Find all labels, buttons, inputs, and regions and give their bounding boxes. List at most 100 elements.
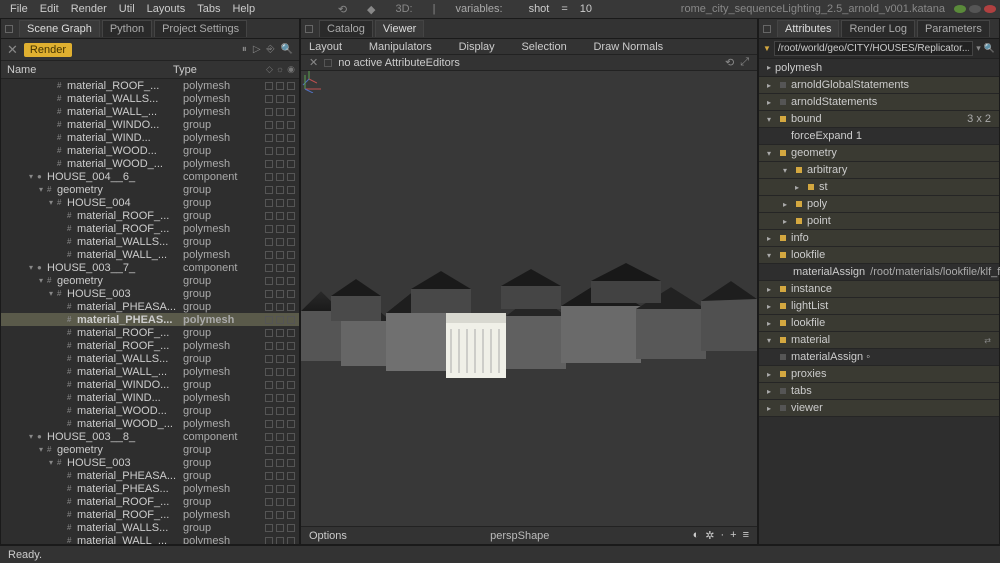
refresh-icon[interactable]: ⟲ xyxy=(332,3,353,16)
menu-file[interactable]: File xyxy=(4,3,34,15)
attr-tabs[interactable]: ▸tabs xyxy=(759,383,999,400)
tree-row[interactable]: # material_ROOF_... polymesh xyxy=(1,222,299,235)
menu-help[interactable]: Help xyxy=(226,3,261,15)
tree-row[interactable]: ▾ # geometry group xyxy=(1,274,299,287)
tree-row[interactable]: # material_PHEASA... group xyxy=(1,469,299,482)
attr-instance[interactable]: ▸instance xyxy=(759,281,999,298)
link-icon[interactable]: ⎆ xyxy=(267,44,275,55)
attributes-list[interactable]: ▸arnoldGlobalStatements▸arnoldStatements… xyxy=(759,77,999,417)
tree-row[interactable]: # material_WALL_... polymesh xyxy=(1,105,299,118)
tree-row[interactable]: # material_WOOD... group xyxy=(1,404,299,417)
tree-row[interactable]: ▾ # HOUSE_003 group xyxy=(1,456,299,469)
menu-render[interactable]: Render xyxy=(65,3,113,15)
attr-type[interactable]: ▸polymesh xyxy=(759,59,999,77)
close-icon[interactable]: ✕ xyxy=(309,56,318,69)
tree-row[interactable]: # material_WOOD_... polymesh xyxy=(1,417,299,430)
tree-row[interactable]: # material_WALL_... polymesh xyxy=(1,365,299,378)
attr-proxies[interactable]: ▸proxies xyxy=(759,366,999,383)
attr-bound[interactable]: ▾bound3 x 2 xyxy=(759,111,999,128)
tree-row[interactable]: # material_PHEAS... polymesh xyxy=(1,482,299,495)
expand-icon[interactable]: ⤢ xyxy=(740,56,749,69)
search-icon[interactable]: 🔍 xyxy=(281,44,293,55)
viewer-draw-normals[interactable]: Draw Normals xyxy=(593,41,663,53)
attr-info[interactable]: ▸info xyxy=(759,230,999,247)
pause-icon[interactable]: ⏸ xyxy=(242,44,247,55)
attr-materialassign[interactable]: materialAssign ◦ xyxy=(759,349,999,366)
tree-row[interactable]: ▾ # geometry group xyxy=(1,443,299,456)
tab-attributes[interactable]: Attributes xyxy=(777,20,839,37)
tree-row[interactable]: # material_WALLS... polymesh xyxy=(1,92,299,105)
tree-row[interactable]: ▾ # HOUSE_004 group xyxy=(1,196,299,209)
attr-material[interactable]: ▾material⇄ xyxy=(759,332,999,349)
nav-icon[interactable]: ◆ xyxy=(361,3,381,16)
var-value[interactable]: 10 xyxy=(574,3,598,15)
tree-row[interactable]: # material_WOOD_... polymesh xyxy=(1,157,299,170)
attr-viewer[interactable]: ▸viewer xyxy=(759,400,999,417)
attr-geometry[interactable]: ▾geometry xyxy=(759,145,999,162)
tree-row[interactable]: ▾ ● HOUSE_004__6_ component xyxy=(1,170,299,183)
render-button[interactable]: Render xyxy=(24,43,72,57)
attr-arnoldglobalstatements[interactable]: ▸arnoldGlobalStatements xyxy=(759,77,999,94)
var-name[interactable]: shot xyxy=(523,3,556,15)
tree-row[interactable]: # material_ROOF_... polymesh xyxy=(1,339,299,352)
tab-viewer[interactable]: Viewer xyxy=(375,20,424,37)
tree-row[interactable]: # material_WALLS... group xyxy=(1,235,299,248)
tab-render-log[interactable]: Render Log xyxy=(841,20,915,37)
viewer-display[interactable]: Display xyxy=(459,41,495,53)
tree-row[interactable]: # material_ROOF_... polymesh xyxy=(1,508,299,521)
tree-row[interactable]: # material_ROOF_... group xyxy=(1,326,299,339)
attr-st[interactable]: ▸st xyxy=(759,179,999,196)
tree-row[interactable]: ▾ ● HOUSE_003__7_ component xyxy=(1,261,299,274)
search-icon[interactable]: 🔍 xyxy=(984,43,995,54)
scene-tree[interactable]: # material_ROOF_... polymesh # material_… xyxy=(1,79,299,544)
gear-icon[interactable]: ✲ xyxy=(705,529,714,542)
viewer-selection[interactable]: Selection xyxy=(521,41,566,53)
menu-util[interactable]: Util xyxy=(113,3,141,15)
viewer-manipulators[interactable]: Manipulators xyxy=(369,41,432,53)
chevron-down-icon[interactable]: ▾ xyxy=(976,43,981,54)
path-icon[interactable]: ▼ xyxy=(763,44,771,53)
viewer-layout[interactable]: Layout xyxy=(309,41,342,53)
camera-name[interactable]: perspShape xyxy=(347,530,693,542)
attr-lookfile[interactable]: ▸lookfile xyxy=(759,315,999,332)
tree-row[interactable]: # material_ROOF_... polymesh xyxy=(1,79,299,92)
tree-row[interactable]: # material_ROOF_... group xyxy=(1,209,299,222)
attr-forceexpand[interactable]: forceExpand 1 xyxy=(759,128,999,145)
checkbox-icon[interactable] xyxy=(324,59,332,67)
attr-lightlist[interactable]: ▸lightList xyxy=(759,298,999,315)
tree-row[interactable]: # material_PHEAS... polymesh xyxy=(1,313,299,326)
tree-row[interactable]: # material_WALLS... group xyxy=(1,521,299,534)
tree-row[interactable]: # material_WIND... polymesh xyxy=(1,391,299,404)
attr-arnoldstatements[interactable]: ▸arnoldStatements xyxy=(759,94,999,111)
menu-tabs[interactable]: Tabs xyxy=(191,3,226,15)
tree-row[interactable]: # material_WINDO... group xyxy=(1,118,299,131)
tree-row[interactable]: # material_WIND... polymesh xyxy=(1,131,299,144)
attr-arbitrary[interactable]: ▾arbitrary xyxy=(759,162,999,179)
tree-row[interactable]: ▾ # HOUSE_003 group xyxy=(1,287,299,300)
tree-row[interactable]: # material_WALL_... polymesh xyxy=(1,248,299,261)
tree-row[interactable]: # material_WINDO... group xyxy=(1,378,299,391)
options-menu[interactable]: Options xyxy=(309,530,347,542)
attr-poly[interactable]: ▸poly xyxy=(759,196,999,213)
panel-menu-icon[interactable] xyxy=(5,25,13,33)
view-icon[interactable]: ◐ xyxy=(693,529,700,542)
tree-row[interactable]: # material_WOOD... group xyxy=(1,144,299,157)
col-type[interactable]: Type xyxy=(173,64,249,76)
tab-parameters[interactable]: Parameters xyxy=(917,20,990,37)
tree-row[interactable]: # material_PHEASA... group xyxy=(1,300,299,313)
play-icon[interactable]: ▷ xyxy=(253,44,261,55)
attr-materialassign[interactable]: materialAssign/root/materials/lookfile/k… xyxy=(759,264,999,281)
add-icon[interactable]: + xyxy=(730,529,736,542)
panel-menu-icon[interactable] xyxy=(763,25,771,33)
tree-row[interactable]: ▾ ● HOUSE_003__8_ component xyxy=(1,430,299,443)
close-icon[interactable]: ✕ xyxy=(7,42,18,58)
refresh-icon[interactable]: ⟲ xyxy=(725,56,734,69)
tab-scene-graph[interactable]: Scene Graph xyxy=(19,20,100,37)
tab-catalog[interactable]: Catalog xyxy=(319,20,373,37)
menu-edit[interactable]: Edit xyxy=(34,3,65,15)
list-icon[interactable]: ≡ xyxy=(743,529,749,542)
tree-row[interactable]: # material_WALLS... group xyxy=(1,352,299,365)
tab-project-settings[interactable]: Project Settings xyxy=(154,20,247,37)
attr-lookfile[interactable]: ▾lookfile xyxy=(759,247,999,264)
3d-viewport[interactable] xyxy=(301,71,757,526)
